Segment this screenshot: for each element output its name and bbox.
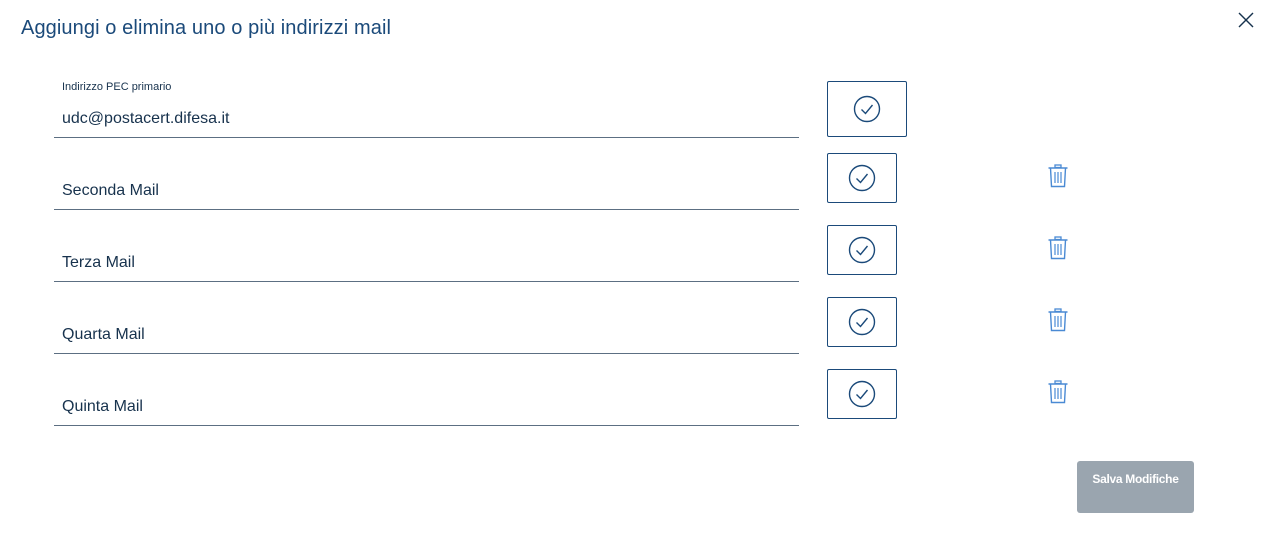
- check-circle-icon: [848, 164, 876, 192]
- email-field-2: [54, 153, 799, 210]
- email-field-4: [54, 297, 799, 354]
- email-row-3: [0, 225, 1266, 297]
- save-changes-button[interactable]: Salva Modifiche: [1077, 461, 1194, 513]
- close-button[interactable]: [1236, 10, 1256, 30]
- email-field-primary: Indirizzo PEC primario: [54, 81, 799, 138]
- email-row-primary: Indirizzo PEC primario: [0, 81, 1266, 153]
- modal-title: Aggiungi o elimina uno o più indirizzi m…: [21, 17, 392, 39]
- third-email-input[interactable]: [62, 254, 782, 272]
- fourth-email-input[interactable]: [62, 326, 782, 344]
- trash-icon: [1048, 380, 1068, 404]
- confirm-email-button-4[interactable]: [827, 297, 897, 347]
- trash-icon: [1048, 236, 1068, 260]
- email-row-2: [0, 153, 1266, 225]
- close-icon: [1238, 12, 1254, 28]
- email-row-5: [0, 369, 1266, 441]
- delete-email-button-5[interactable]: [1047, 380, 1069, 404]
- confirm-email-button-5[interactable]: [827, 369, 897, 419]
- confirm-email-button-primary[interactable]: [827, 81, 907, 137]
- delete-email-button-2[interactable]: [1047, 164, 1069, 188]
- email-field-5: [54, 369, 799, 426]
- fifth-email-input[interactable]: [62, 398, 782, 416]
- confirm-email-button-3[interactable]: [827, 225, 897, 275]
- delete-email-button-4[interactable]: [1047, 308, 1069, 332]
- primary-email-input[interactable]: [62, 110, 782, 128]
- email-field-3: [54, 225, 799, 282]
- confirm-email-button-2[interactable]: [827, 153, 897, 203]
- check-circle-icon: [848, 380, 876, 408]
- check-circle-icon: [853, 95, 881, 123]
- second-email-input[interactable]: [62, 182, 782, 200]
- trash-icon: [1048, 164, 1068, 188]
- check-circle-icon: [848, 308, 876, 336]
- email-row-4: [0, 297, 1266, 369]
- email-field-label: Indirizzo PEC primario: [62, 81, 172, 93]
- delete-email-button-3[interactable]: [1047, 236, 1069, 260]
- trash-icon: [1048, 308, 1068, 332]
- check-circle-icon: [848, 236, 876, 264]
- email-management-modal: Aggiungi o elimina uno o più indirizzi m…: [0, 0, 1266, 548]
